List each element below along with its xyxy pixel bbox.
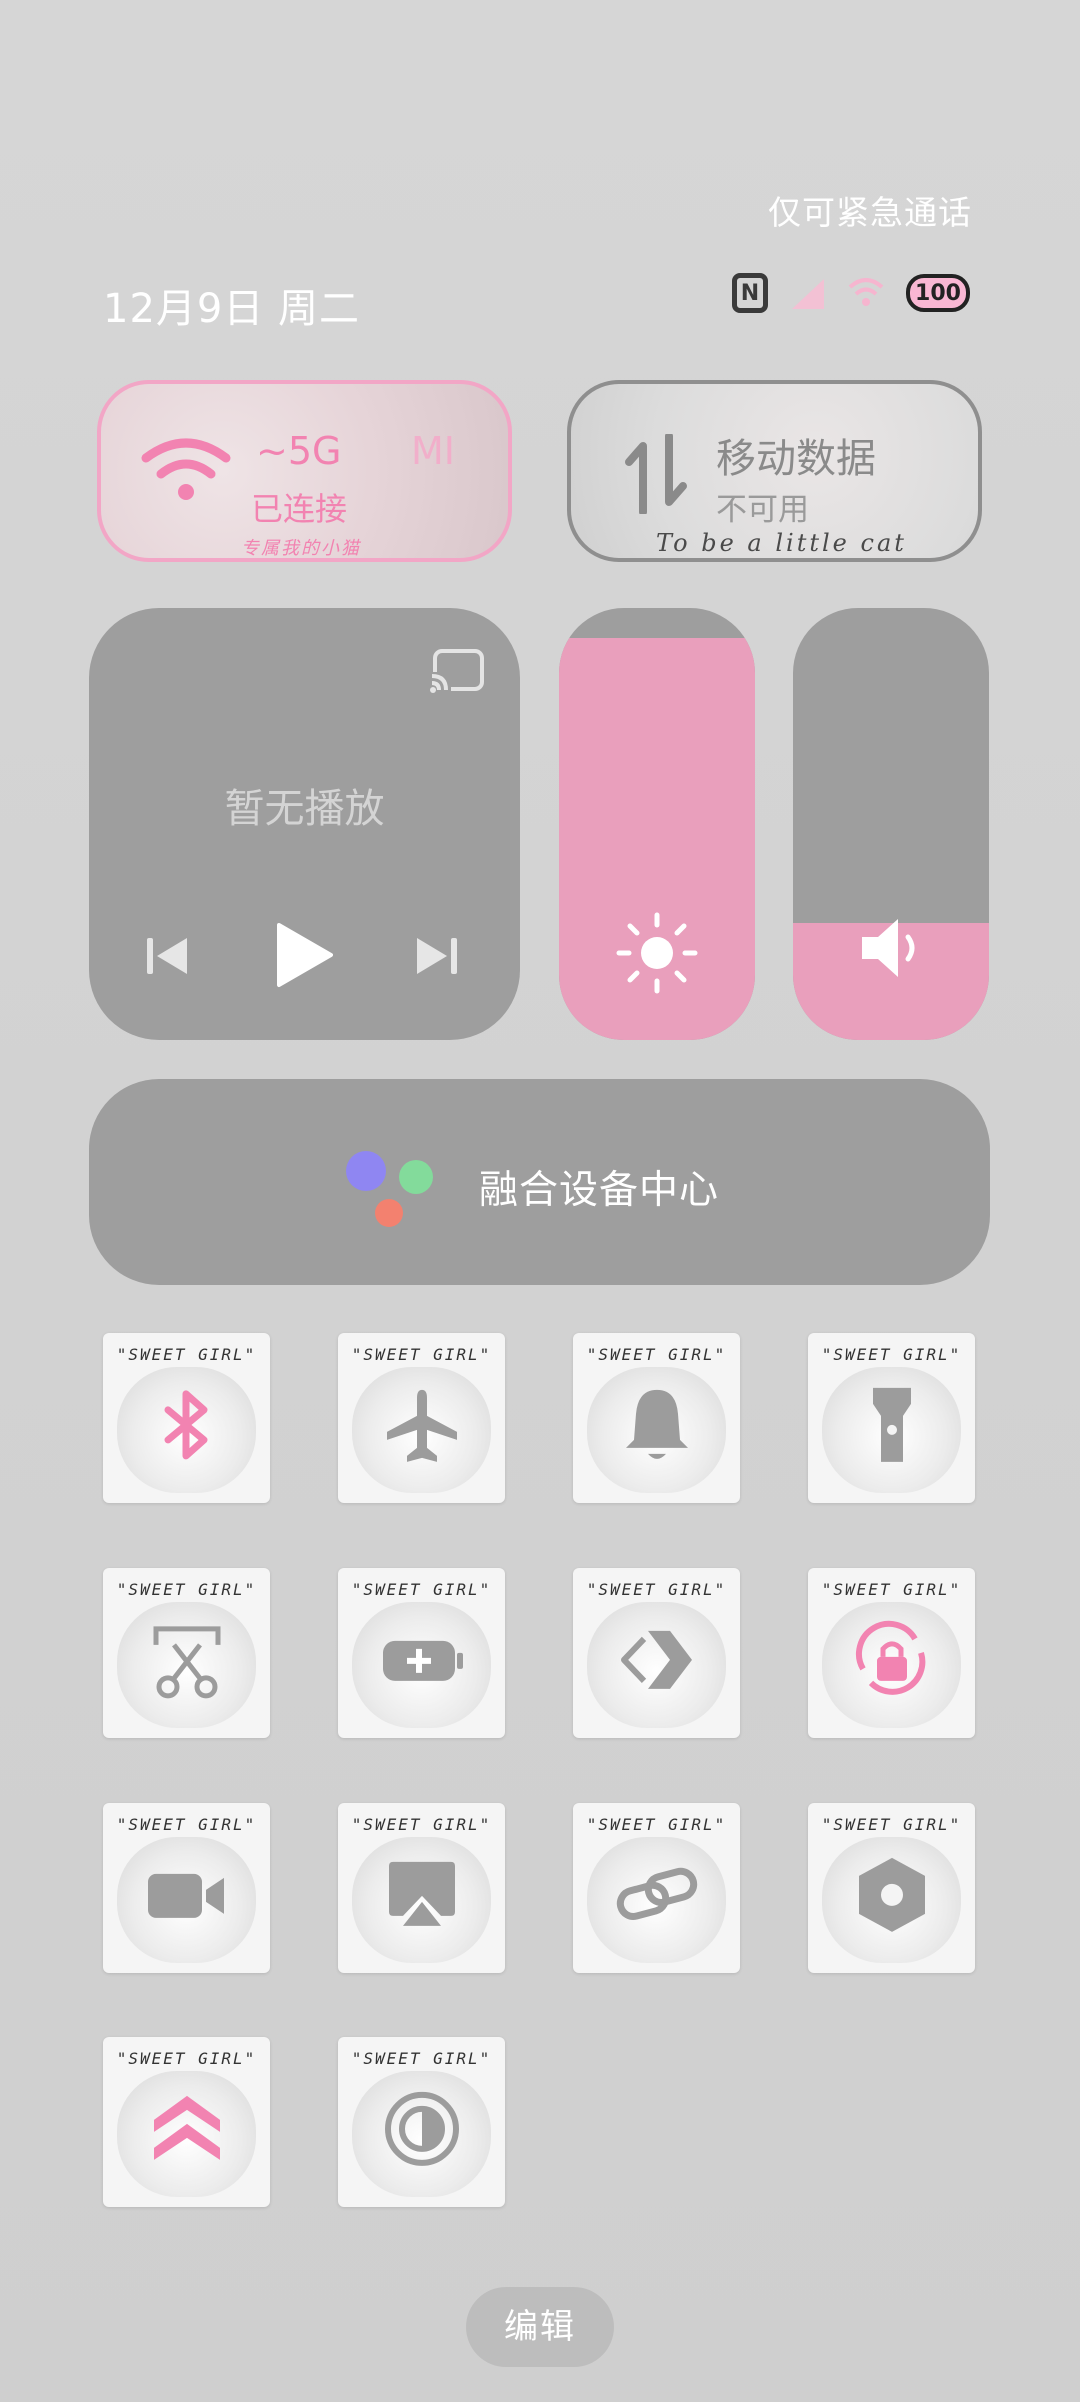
toggle-settings-hex[interactable]: "SWEET GIRL" [808,1803,975,1973]
next-track-icon[interactable] [415,934,459,978]
screenshot-scissor-icon [153,1626,220,1699]
mobile-data-icon [625,434,687,514]
tile-caption: "SWEET GIRL" [586,1345,727,1364]
screen-record-icon [147,1873,224,1918]
previous-track-icon[interactable] [145,934,189,978]
brightness-icon [616,912,698,994]
screen-cast-icon [388,1861,455,1926]
tile-caption: "SWEET GIRL" [821,1580,962,1599]
mobile-data-title: 移动数据 [716,436,876,482]
fusion-center-label: 融合设备中心 [479,1168,720,1213]
toggle-battery-saver[interactable]: "SWEET GIRL" [338,1568,505,1738]
date-label: 12月9日 周二 [103,286,361,332]
toggle-screenshot-scissor[interactable]: "SWEET GIRL" [103,1568,270,1738]
nfc-icon: N [732,273,768,313]
link-icon [616,1867,697,1920]
tile-caption: "SWEET GIRL" [821,1815,962,1834]
tile-caption: "SWEET GIRL" [116,1345,257,1364]
signal-icon [792,279,824,309]
wifi-status: 已连接 [251,490,348,528]
device-fusion-center[interactable]: 融合设备中心 [89,1079,990,1285]
status-icons: N 100 [732,273,970,313]
brightness-slider[interactable] [559,608,755,1040]
tile-caption: "SWEET GIRL" [116,2049,257,2068]
volume-icon [862,919,915,977]
toggle-screen-cast[interactable]: "SWEET GIRL" [338,1803,505,1973]
toggle-screen-record[interactable]: "SWEET GIRL" [103,1803,270,1973]
wifi-caption: 专属我的小猫 [241,538,361,559]
flashlight-icon [872,1387,911,1462]
wifi-tile[interactable]: ~5G MI 已连接 专属我的小猫 [97,380,512,562]
mobile-data-tile[interactable]: 移动数据 不可用 To be a little cat [567,380,982,562]
dark-mode-icon [384,2091,459,2166]
battery-icon: 100 [906,274,970,312]
tile-caption: "SWEET GIRL" [351,2049,492,2068]
media-status: 暂无播放 [224,786,385,832]
emergency-call-only-text: 仅可紧急通话 [768,193,972,232]
toggle-rotation-lock[interactable]: "SWEET GIRL" [808,1568,975,1738]
double-chevron-up-icon [153,2095,220,2160]
edit-button[interactable]: 编辑 [466,2287,614,2367]
tile-caption: "SWEET GIRL" [351,1580,492,1599]
tile-caption: "SWEET GIRL" [586,1815,727,1834]
wifi-network-name-extra: MI [411,429,455,473]
volume-slider[interactable] [793,608,989,1040]
battery-saver-icon [382,1640,463,1681]
toggle-dark-mode[interactable]: "SWEET GIRL" [338,2037,505,2207]
bluetooth-icon [164,1390,207,1460]
toggle-code-arrow[interactable]: "SWEET GIRL" [573,1568,740,1738]
toggle-bluetooth[interactable]: "SWEET GIRL" [103,1333,270,1503]
cast-icon[interactable] [429,648,485,694]
toggle-double-chevron-up[interactable]: "SWEET GIRL" [103,2037,270,2207]
tile-caption: "SWEET GIRL" [116,1580,257,1599]
toggle-flashlight[interactable]: "SWEET GIRL" [808,1333,975,1503]
bell-icon [625,1389,688,1459]
tile-caption: "SWEET GIRL" [116,1815,257,1834]
toggle-bell[interactable]: "SWEET GIRL" [573,1333,740,1503]
wifi-icon [141,438,231,500]
tile-caption: "SWEET GIRL" [351,1815,492,1834]
media-controls [89,914,520,994]
play-icon[interactable] [275,922,333,988]
tile-caption: "SWEET GIRL" [351,1345,492,1364]
tile-caption: "SWEET GIRL" [586,1580,727,1599]
wifi-status-icon [848,278,884,306]
media-player[interactable]: 暂无播放 [89,608,520,1040]
fusion-center-logo-icon [346,1151,433,1227]
toggle-airplane[interactable]: "SWEET GIRL" [338,1333,505,1503]
settings-hex-icon [858,1857,925,1932]
wifi-network-name: ~5G [256,429,342,473]
rotation-lock-icon [855,1620,925,1695]
tile-caption: "SWEET GIRL" [821,1345,962,1364]
airplane-icon [386,1389,457,1462]
toggle-link[interactable]: "SWEET GIRL" [573,1803,740,1973]
mobile-data-caption: To be a little cat [656,529,907,557]
code-arrow-icon [620,1630,692,1689]
mobile-data-status: 不可用 [716,492,809,528]
